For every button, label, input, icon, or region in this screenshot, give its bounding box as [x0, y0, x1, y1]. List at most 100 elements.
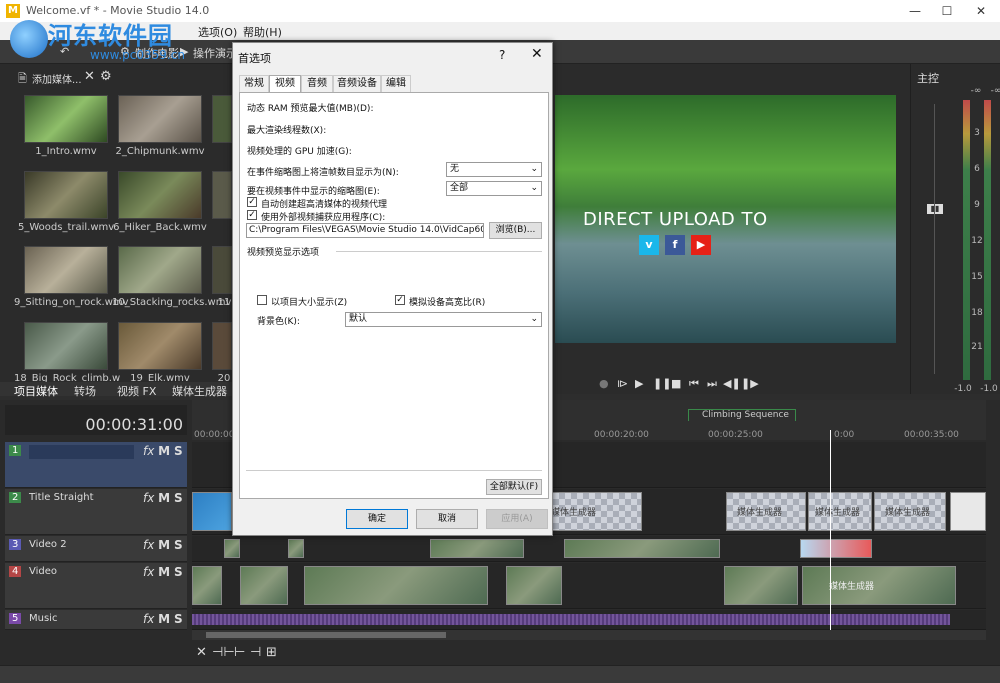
video-clip[interactable] [724, 566, 798, 605]
title-clip[interactable] [192, 492, 232, 531]
generator-clip[interactable]: 媒体生成器 [808, 492, 872, 531]
track-header-4[interactable]: 4 Video fx M S [5, 563, 187, 609]
fx-button[interactable]: fx [143, 444, 154, 458]
go-end-icon[interactable]: ⏭ [707, 377, 717, 391]
master-fader-handle[interactable]: ▮▮ [927, 204, 943, 214]
video-clip[interactable]: 媒体生成器 [802, 566, 956, 605]
social-clip[interactable] [800, 539, 872, 558]
proxy-checkbox[interactable]: ✓ [247, 197, 257, 207]
tab-audio[interactable]: 音频 [301, 75, 333, 93]
track-lane-3[interactable] [192, 536, 986, 562]
video-clip[interactable] [224, 539, 240, 558]
external-capture-checkbox[interactable]: ✓ [247, 210, 257, 220]
solo-button[interactable]: S [174, 538, 183, 552]
solo-button[interactable]: S [174, 491, 183, 505]
bg-color-select[interactable]: 默认 ⌄ [345, 312, 542, 327]
capture-path-input[interactable]: C:\Program Files\VEGAS\Movie Studio 14.0… [246, 223, 484, 238]
video-clip[interactable] [564, 539, 720, 558]
stop-icon[interactable]: ■ [671, 377, 681, 390]
trim-end-icon[interactable]: ⊣ [250, 645, 261, 660]
menu-help[interactable]: 帮助(H) [243, 24, 282, 40]
fx-button[interactable]: fx [143, 612, 154, 626]
mute-button[interactable]: M [158, 612, 170, 626]
record-icon[interactable]: ● [599, 377, 609, 390]
add-media-icon[interactable]: 🗎 [18, 70, 27, 89]
trim-icon[interactable]: ⊣⊢ [212, 645, 235, 660]
track-name[interactable]: Video 2 [29, 539, 134, 553]
mute-button[interactable]: M [158, 444, 170, 458]
generator-clip[interactable]: 媒体生成器 [874, 492, 946, 531]
solo-button[interactable]: S [174, 565, 183, 579]
track-name[interactable] [29, 445, 134, 459]
add-media-button[interactable]: 添加媒体... [32, 71, 82, 86]
scrollbar-thumb[interactable] [206, 632, 446, 638]
tab-editing[interactable]: 编辑 [381, 75, 411, 93]
track-header-3[interactable]: 3 Video 2 fx M S [5, 536, 187, 562]
media-thumb-2[interactable] [118, 95, 202, 143]
track-header-2[interactable]: 2 Title Straight fx M S [5, 489, 187, 535]
reset-defaults-button[interactable]: 全部默认(F) [486, 479, 542, 495]
media-thumb-3[interactable] [24, 171, 108, 219]
track-name[interactable]: Title Straight [29, 492, 134, 506]
fx-button[interactable]: fx [143, 538, 154, 552]
track-header-1[interactable]: 1 fx M S [5, 442, 187, 488]
close-window-button[interactable]: ✕ [966, 2, 996, 20]
ok-button[interactable]: 确定 [346, 509, 408, 529]
video-clip[interactable] [304, 566, 488, 605]
playhead[interactable] [830, 430, 831, 630]
tab-audio-device[interactable]: 音频设备 [333, 75, 381, 93]
video-clip[interactable] [430, 539, 524, 558]
pause-icon[interactable]: ❚❚ [653, 377, 671, 390]
media-thumb-6[interactable] [118, 246, 202, 294]
video-clip[interactable] [506, 566, 562, 605]
track-name[interactable]: Music [29, 613, 134, 627]
prev-frame-icon[interactable]: ◀❚ [723, 377, 741, 390]
audio-waveform[interactable] [192, 614, 950, 625]
media-thumb-8[interactable] [118, 322, 202, 370]
video-clip[interactable] [288, 539, 304, 558]
loop-play-icon[interactable]: ⧐ [617, 377, 628, 390]
generator-clip[interactable]: 媒体生成器 [726, 492, 806, 531]
solo-button[interactable]: S [174, 612, 183, 626]
gear-icon[interactable]: ⚙ [100, 69, 112, 84]
remove-icon[interactable]: ✕ [84, 69, 95, 84]
mute-button[interactable]: M [158, 491, 170, 505]
track-lane-5[interactable] [192, 610, 986, 630]
browse-button[interactable]: 浏览(B)... [489, 222, 542, 239]
apply-button[interactable]: 应用(A) [486, 509, 548, 529]
media-thumb-1[interactable] [24, 95, 108, 143]
device-aspect-checkbox[interactable]: ✓ [395, 295, 405, 305]
tab-general[interactable]: 常规 [239, 75, 269, 93]
tab-project-media[interactable]: 项目媒体 [14, 383, 58, 399]
media-thumb-partial-3[interactable] [212, 246, 232, 294]
fx-button[interactable]: fx [143, 565, 154, 579]
track-name[interactable]: Video [29, 566, 134, 580]
delete-icon[interactable]: ✕ [196, 645, 207, 660]
track-lane-4[interactable]: 媒体生成器 [192, 563, 986, 609]
project-size-checkbox[interactable] [257, 295, 267, 305]
snap-icon[interactable]: ⊞ [266, 645, 277, 660]
tab-transitions[interactable]: 转场 [74, 383, 96, 399]
timeline-scrollbar[interactable] [192, 630, 986, 640]
trim-start-icon[interactable]: ⊢ [234, 645, 245, 660]
tab-media-generators[interactable]: 媒体生成器 [172, 383, 227, 399]
thumb-frames-select[interactable]: 无 ⌄ [446, 162, 542, 177]
help-button[interactable]: ? [499, 48, 505, 62]
media-thumb-7[interactable] [24, 322, 108, 370]
title-clip[interactable] [950, 492, 986, 531]
next-frame-icon[interactable]: ❚▶ [741, 377, 759, 390]
dialog-close-button[interactable]: ✕ [531, 46, 543, 62]
media-thumb-partial-4[interactable] [212, 322, 232, 370]
play-icon[interactable]: ▶ [635, 377, 643, 390]
mute-button[interactable]: M [158, 538, 170, 552]
media-thumb-5[interactable] [24, 246, 108, 294]
mute-button[interactable]: M [158, 565, 170, 579]
maximize-button[interactable]: ☐ [932, 2, 962, 20]
video-clip[interactable] [240, 566, 288, 605]
cancel-button[interactable]: 取消 [416, 509, 478, 529]
thumb-show-select[interactable]: 全部 ⌄ [446, 181, 542, 196]
video-clip[interactable] [192, 566, 222, 605]
media-thumb-partial-2[interactable] [212, 171, 232, 219]
track-header-5[interactable]: 5 Music fx M S [5, 610, 187, 630]
media-thumb-4[interactable] [118, 171, 202, 219]
